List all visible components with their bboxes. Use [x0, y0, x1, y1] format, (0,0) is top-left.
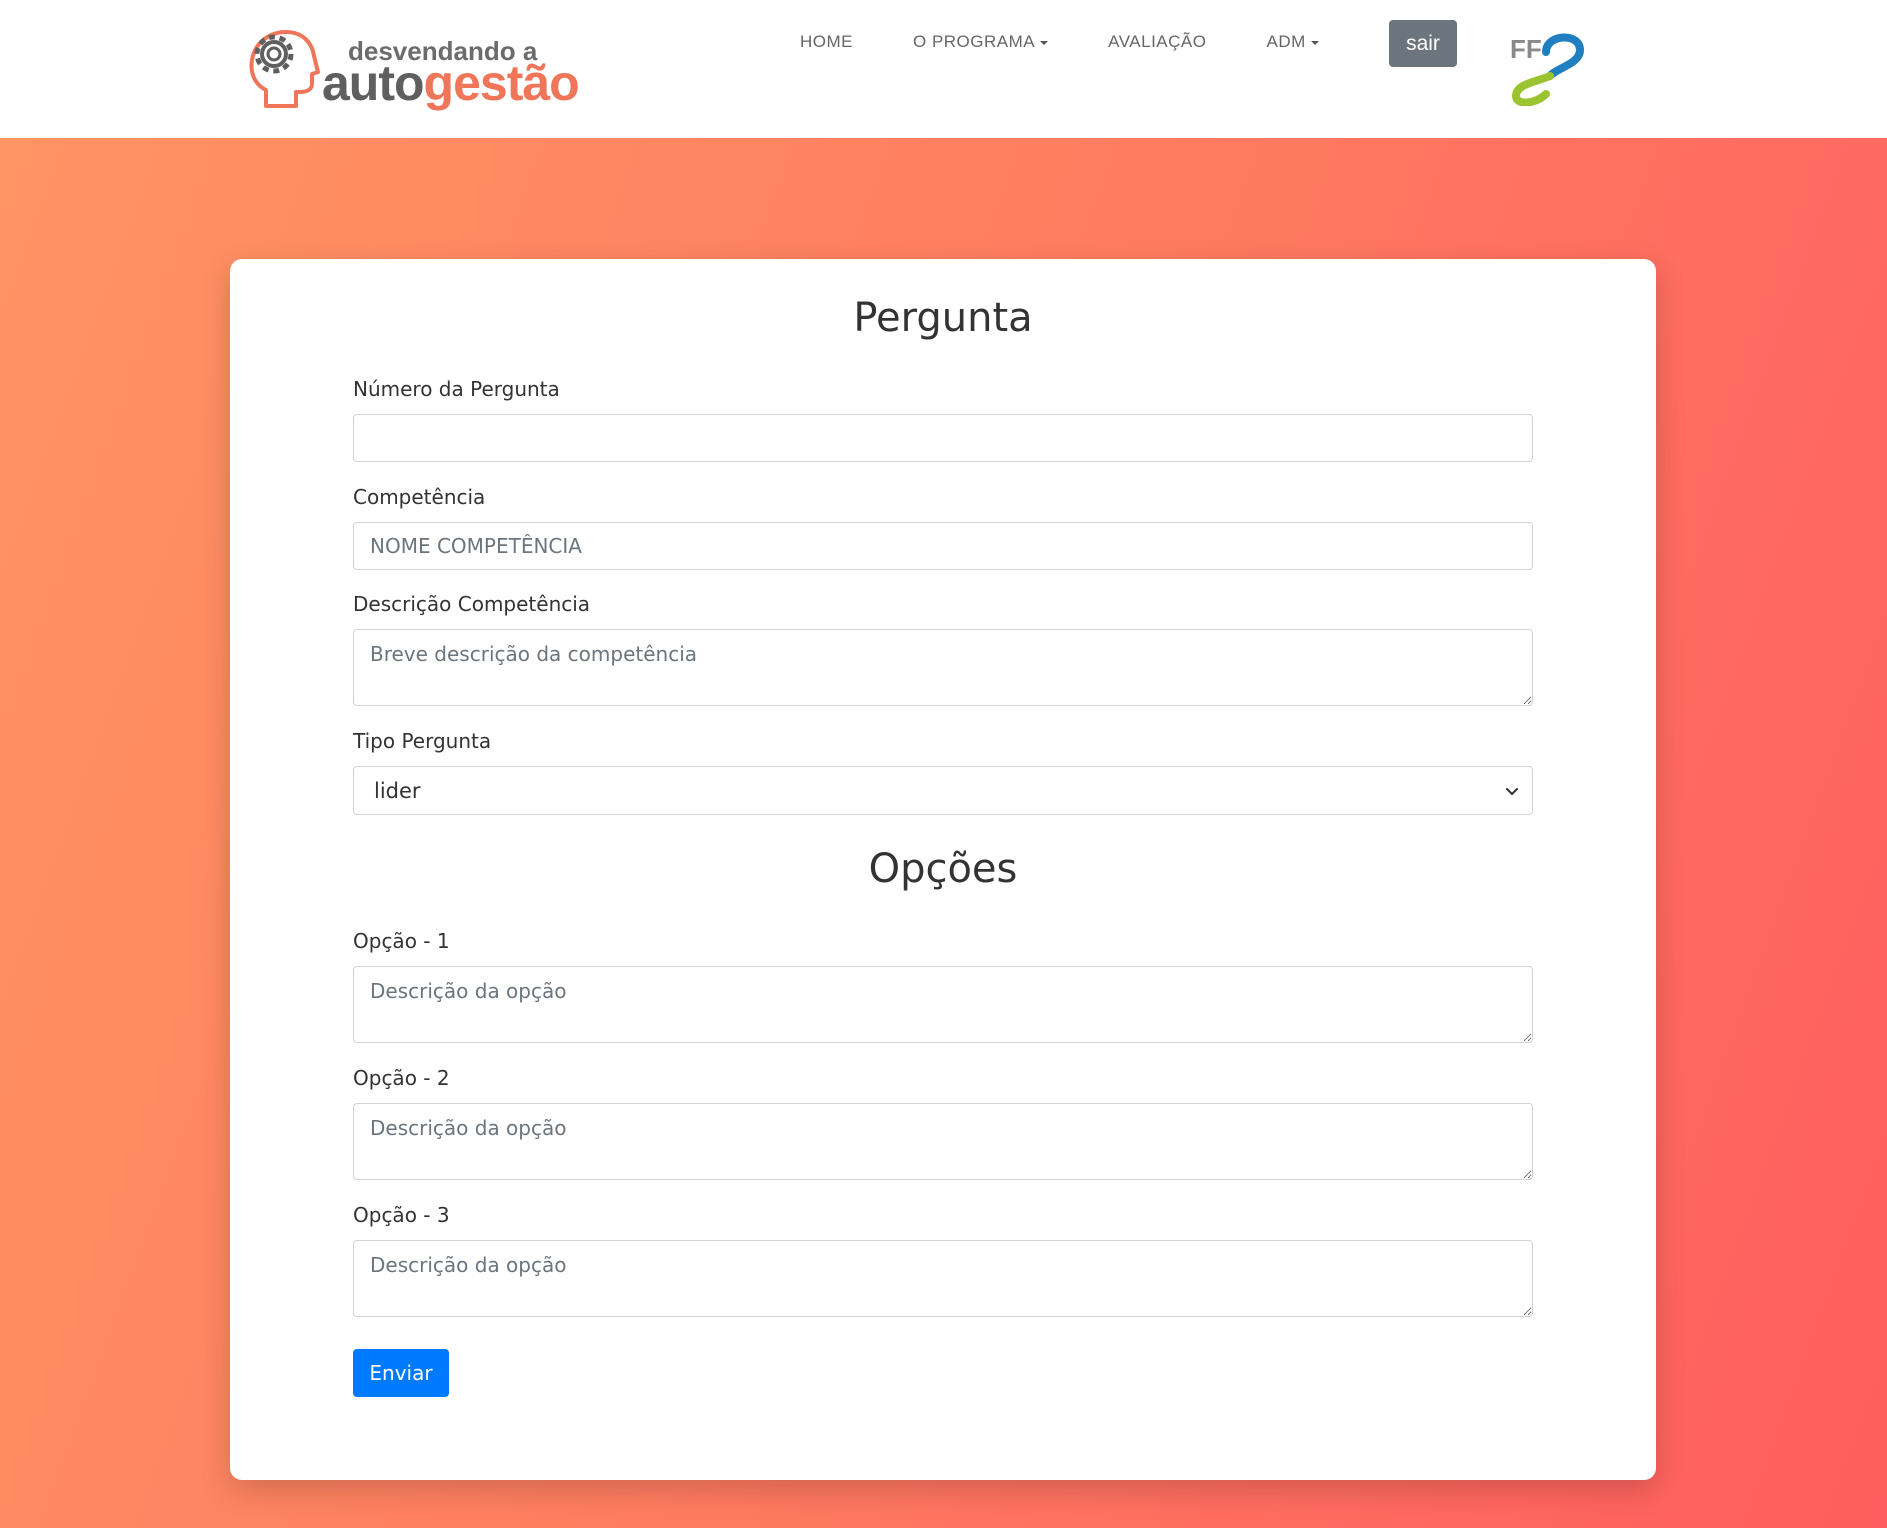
options-title: Opções	[868, 846, 1018, 892]
top-navbar: desvendando a autogestão HOME O PROGRAMA…	[0, 0, 1887, 138]
tipo-label: Tipo Pergunta	[353, 729, 492, 753]
logout-button[interactable]: sair	[1389, 20, 1457, 67]
numero-input[interactable]	[353, 414, 1533, 462]
nav-adm-label: ADM	[1266, 32, 1306, 51]
nav-o-programa-label: O PROGRAMA	[913, 32, 1036, 51]
nav-home[interactable]: HOME	[800, 32, 853, 52]
competencia-label: Competência	[353, 485, 486, 509]
question-form-card: Pergunta Número da Pergunta Competência …	[230, 259, 1656, 1480]
option-1-label: Opção - 1	[353, 929, 450, 953]
brand-name-gestao: gestão	[423, 55, 580, 111]
nav-o-programa-dropdown[interactable]: O PROGRAMA	[913, 32, 1049, 52]
caret-down-icon	[1040, 40, 1049, 45]
nav-home-label: HOME	[800, 32, 853, 51]
option-1-textarea[interactable]	[353, 966, 1533, 1043]
submit-button[interactable]: Enviar	[353, 1349, 449, 1397]
tipo-selected-value: lider	[374, 779, 421, 803]
main-nav: HOME O PROGRAMA AVALIAÇÃO ADM	[800, 30, 1379, 54]
partner-logo[interactable]: FF	[1506, 28, 1586, 106]
nav-avaliacao[interactable]: AVALIAÇÃO	[1108, 32, 1206, 52]
brand-name: autogestão	[322, 54, 580, 112]
option-2-textarea[interactable]	[353, 1103, 1533, 1180]
descricao-label: Descrição Competência	[353, 592, 591, 616]
option-3-label: Opção - 3	[353, 1203, 450, 1227]
caret-down-icon	[1310, 40, 1319, 45]
nav-adm-dropdown[interactable]: ADM	[1266, 32, 1319, 52]
nav-avaliacao-label: AVALIAÇÃO	[1108, 32, 1207, 51]
option-2-label: Opção - 2	[353, 1066, 450, 1090]
option-3-textarea[interactable]	[353, 1240, 1533, 1317]
descricao-textarea[interactable]	[353, 629, 1533, 706]
competencia-input[interactable]	[353, 522, 1533, 570]
brand-logo[interactable]: desvendando a autogestão	[246, 26, 580, 111]
chevron-down-icon	[1506, 788, 1518, 795]
tipo-select[interactable]: lider	[353, 766, 1533, 815]
numero-label: Número da Pergunta	[353, 377, 560, 401]
form-title: Pergunta	[853, 295, 1033, 341]
partner-logo-text: FF	[1510, 34, 1542, 64]
brand-name-auto: auto	[322, 55, 425, 111]
gear-head-icon	[249, 30, 320, 108]
